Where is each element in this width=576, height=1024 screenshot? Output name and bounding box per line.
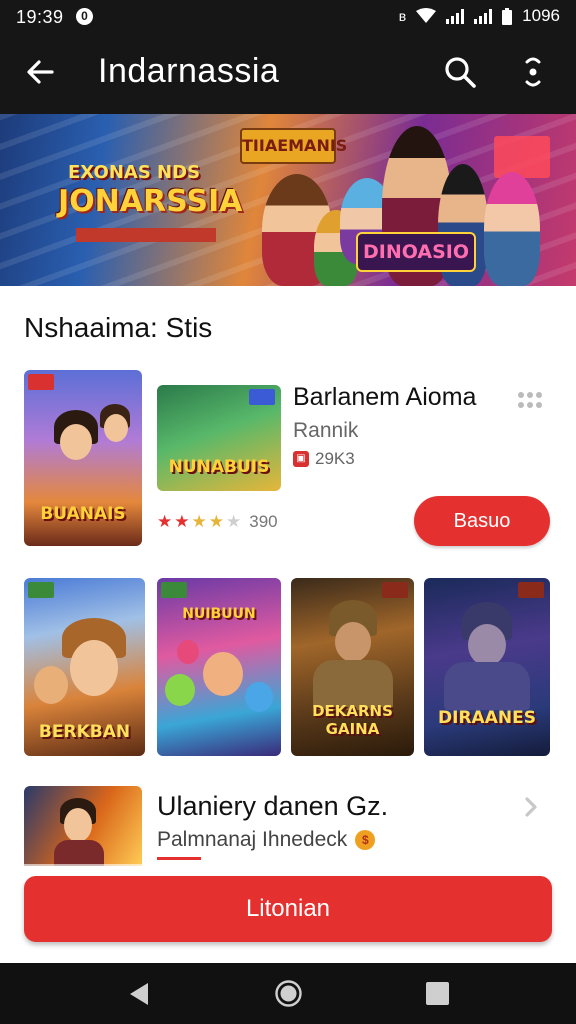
art-corner-badge bbox=[249, 389, 275, 405]
art-character-body bbox=[54, 840, 104, 866]
chevron-right-icon[interactable] bbox=[518, 793, 544, 821]
notification-badge: 0 bbox=[76, 8, 93, 25]
hero-badge-title: DINOASIO bbox=[356, 232, 476, 272]
hero-logo-tag bbox=[76, 228, 216, 242]
rating-count: 390 bbox=[249, 512, 278, 531]
art-character-face bbox=[203, 652, 243, 696]
section-title: Nshaaima: Stis bbox=[24, 312, 213, 343]
grid-card-label: BERKBAN bbox=[38, 722, 131, 742]
nav-back-icon[interactable] bbox=[126, 981, 152, 1007]
grid-card-1[interactable]: BERKBAN bbox=[24, 578, 145, 756]
hero-top-banner: TIIAEMANIS bbox=[240, 128, 347, 164]
featured-tall-art-label: BUANAIS bbox=[40, 504, 126, 524]
more-vert-icon[interactable] bbox=[515, 52, 551, 92]
star-icon: ★ bbox=[174, 512, 190, 531]
featured-size: ▣ 29K3 bbox=[293, 449, 355, 469]
list-item-subtitle-row: Palmnanaj Ihnedeck $ bbox=[157, 828, 376, 852]
download-size-icon: ▣ bbox=[293, 451, 309, 467]
status-time: 19:39 bbox=[16, 7, 64, 27]
art-corner-badge bbox=[28, 582, 54, 598]
system-nav-bar bbox=[0, 963, 576, 1024]
star-icon: ★ bbox=[157, 512, 173, 531]
hero-neon-sign bbox=[494, 136, 550, 178]
grid-card-4[interactable]: DIRAANES bbox=[424, 578, 550, 756]
art-corner-badge bbox=[28, 374, 54, 390]
status-bar: 19:39 0 ʙ 1096 bbox=[0, 0, 576, 34]
art-character-face bbox=[60, 424, 92, 460]
art-character-face bbox=[468, 624, 506, 666]
battery-icon bbox=[502, 7, 513, 25]
list-item-art[interactable] bbox=[24, 786, 142, 866]
art-companion-face bbox=[34, 666, 68, 704]
nav-recents-icon[interactable] bbox=[426, 982, 449, 1005]
grid-dots-icon[interactable] bbox=[518, 390, 542, 412]
featured-title[interactable]: Barlanem Aioma bbox=[293, 383, 476, 412]
art-character-face bbox=[335, 622, 371, 662]
grid-card-label: DEKARNS GAINA bbox=[312, 702, 393, 738]
grid-card-label: NUIBUUN bbox=[182, 606, 256, 622]
art-character-face-2 bbox=[104, 414, 128, 442]
art-creature-3 bbox=[177, 640, 199, 664]
hero-banner[interactable]: EXONAS NDS JONARSSIA TIIAEMANIS DINOASIO bbox=[0, 114, 576, 286]
list-item-subtitle: Palmnanaj Ihnedeck bbox=[157, 828, 348, 851]
featured-action-button[interactable]: Basuo bbox=[414, 496, 550, 546]
featured-size-value: 29K3 bbox=[315, 449, 355, 468]
star-empty-icon: ★ bbox=[226, 512, 242, 531]
art-corner-badge bbox=[161, 582, 187, 598]
art-creature-2 bbox=[245, 682, 273, 712]
grid-card-label: DIRAANES bbox=[438, 708, 536, 728]
signal-icon-2 bbox=[474, 8, 493, 24]
signal-icon bbox=[446, 8, 465, 24]
hero-logo-small: EXONAS NDS bbox=[68, 162, 201, 183]
grid-card-3[interactable]: DEKARNS GAINA bbox=[291, 578, 414, 756]
battery-text: 1096 bbox=[522, 6, 560, 25]
list-item-title[interactable]: Ulaniery danen Gz. bbox=[157, 791, 388, 822]
nav-home-icon[interactable] bbox=[275, 980, 302, 1007]
app-bar: Indarnassia bbox=[0, 34, 576, 114]
featured-square-art[interactable]: NUNABUIS bbox=[157, 385, 281, 491]
status-icons: ʙ 1096 bbox=[399, 6, 560, 26]
page-title: Indarnassia bbox=[98, 52, 280, 90]
arrow-left-icon[interactable] bbox=[22, 54, 58, 90]
hero-logo: EXONAS NDS JONARSSIA bbox=[58, 154, 242, 244]
list-item-underline bbox=[157, 857, 201, 860]
featured-subtitle: Rannik bbox=[293, 419, 359, 442]
art-character-face bbox=[64, 808, 92, 842]
search-icon[interactable] bbox=[440, 52, 480, 92]
bluetooth-icon: ʙ bbox=[398, 8, 407, 24]
coin-icon: $ bbox=[355, 830, 376, 850]
primary-action-button[interactable]: Litonian bbox=[24, 876, 552, 942]
art-corner-badge bbox=[382, 582, 408, 598]
featured-rating: ★ ★ ★ ★ ★ 390 bbox=[157, 512, 278, 532]
art-character-face bbox=[70, 640, 118, 696]
featured-square-art-label: NUNABUIS bbox=[168, 457, 270, 477]
star-half-icon: ★ bbox=[208, 512, 224, 531]
hero-logo-big: JONARSSIA bbox=[58, 184, 243, 219]
art-creature-1 bbox=[165, 674, 195, 706]
star-icon: ★ bbox=[191, 512, 207, 531]
hero-character-6 bbox=[484, 172, 540, 286]
art-armor bbox=[444, 662, 530, 710]
art-corner-badge bbox=[518, 582, 544, 598]
featured-tall-art[interactable]: BUANAIS bbox=[24, 370, 142, 546]
wifi-icon bbox=[416, 8, 437, 23]
grid-card-2[interactable]: NUIBUUN bbox=[157, 578, 281, 756]
